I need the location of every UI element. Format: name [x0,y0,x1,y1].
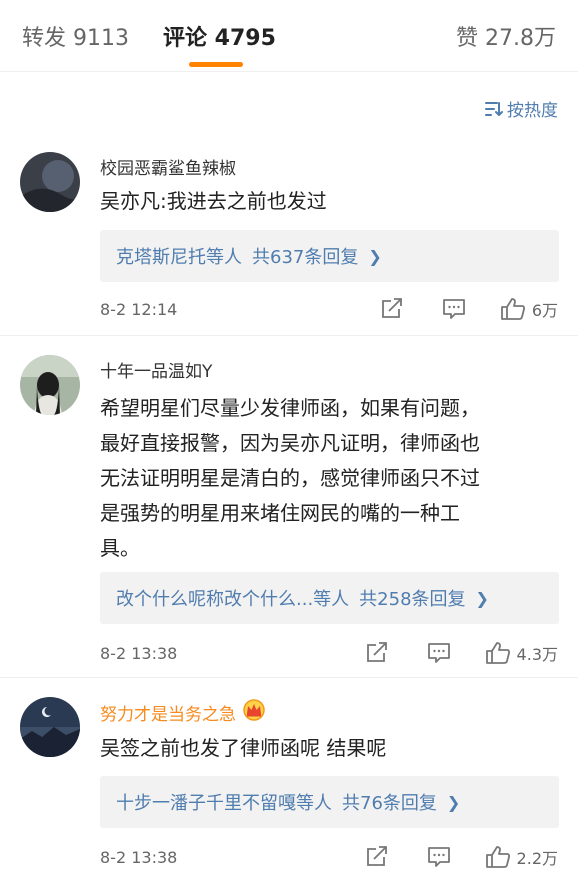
comment-text: 希望明星们尽量少发律师函，如果有问题， 最好直接报警，因为吴亦凡证明，律师函也 … [100,391,562,566]
reply-count: 共637条回复 [252,247,359,268]
comment-text-line: 是强势的明星用来堵住网民的嘴的一种工 [100,501,460,525]
avatar[interactable] [20,355,80,415]
sort-lines-icon [485,101,503,117]
comment-time: 8-2 12:14 [100,299,178,319]
reply-count: 共258条回复 [359,589,466,610]
share-icon[interactable] [380,298,404,320]
comment-meta: 8-2 13:38 4.3万 [100,640,558,666]
avatar[interactable] [20,152,80,212]
like-count: 4.3万 [516,645,558,664]
share-icon[interactable] [365,642,389,664]
comment-time: 8-2 13:38 [100,847,178,867]
username-text: 努力才是当务之急 [100,705,236,725]
thumbs-up-icon [485,845,511,869]
sort-by-hot-button[interactable]: 按热度 [485,96,558,121]
like-button[interactable]: 2.2万 [485,845,558,869]
comment-meta: 8-2 12:14 6万 [100,296,558,322]
comment-text: 吴签之前也发了律师函呢 结果呢 [100,736,387,760]
comment-text: 吴亦凡:我进去之前也发过 [100,189,327,213]
sort-label: 按热度 [507,101,558,121]
comment-time: 8-2 13:38 [100,643,178,663]
share-icon[interactable] [365,846,389,868]
comment-icon[interactable] [427,642,451,664]
reply-people: 改个什么呢称改个什么...等人 [116,589,350,610]
comment-text-line: 具。 [100,536,140,560]
chevron-right-icon: ❯ [475,588,489,608]
comment-item: 努力才是当务之急 吴签之前也发了律师函呢 结果呢 十步一潘子千里不留嘎等人 共7… [0,679,578,870]
reply-people: 十步一潘子千里不留嘎等人 [116,793,332,814]
comment-item: 校园恶霸鲨鱼辣椒 吴亦凡:我进去之前也发过 克塔斯尼托等人 共637条回复 ❯ … [0,140,578,336]
avatar[interactable] [20,697,80,757]
comment-username[interactable]: 校园恶霸鲨鱼辣椒 [100,154,236,179]
comment-icon[interactable] [427,846,451,868]
tab-repost[interactable]: 转发 9113 [22,20,129,52]
crown-badge-icon [242,699,266,726]
tab-likes[interactable]: 赞 27.8万 [456,20,556,52]
thumbs-up-icon [500,297,526,321]
chevron-right-icon: ❯ [368,246,382,266]
like-button[interactable]: 6万 [500,297,558,321]
comment-text-line: 无法证明明星是清白的，感觉律师函只不过 [100,466,480,490]
comment-tabs: 转发 9113 评论 4795 赞 27.8万 [0,0,578,72]
replies-preview-button[interactable]: 克塔斯尼托等人 共637条回复 ❯ [100,230,559,282]
like-count: 6万 [531,301,558,320]
comment-item: 十年一品温如Y 希望明星们尽量少发律师函，如果有问题， 最好直接报警，因为吴亦凡… [0,337,578,678]
comment-text-line: 希望明星们尽量少发律师函，如果有问题， [100,396,480,420]
reply-people: 克塔斯尼托等人 [116,247,242,268]
comment-username[interactable]: 努力才是当务之急 [100,699,266,726]
comment-username[interactable]: 十年一品温如Y [100,357,212,382]
comment-meta: 8-2 13:38 2.2万 [100,844,558,870]
chevron-right-icon: ❯ [446,792,461,812]
comment-text-line: 最好直接报警，因为吴亦凡证明，律师函也 [100,431,480,455]
comment-icon[interactable] [442,298,466,320]
active-tab-indicator [189,62,243,67]
like-count: 2.2万 [516,849,558,868]
reply-count: 共76条回复 [342,793,437,814]
tab-comments[interactable]: 评论 4795 [163,20,276,52]
replies-preview-button[interactable]: 十步一潘子千里不留嘎等人 共76条回复 ❯ [100,776,559,828]
thumbs-up-icon [485,641,511,665]
like-button[interactable]: 4.3万 [485,641,558,665]
replies-preview-button[interactable]: 改个什么呢称改个什么...等人 共258条回复 ❯ [100,572,559,624]
